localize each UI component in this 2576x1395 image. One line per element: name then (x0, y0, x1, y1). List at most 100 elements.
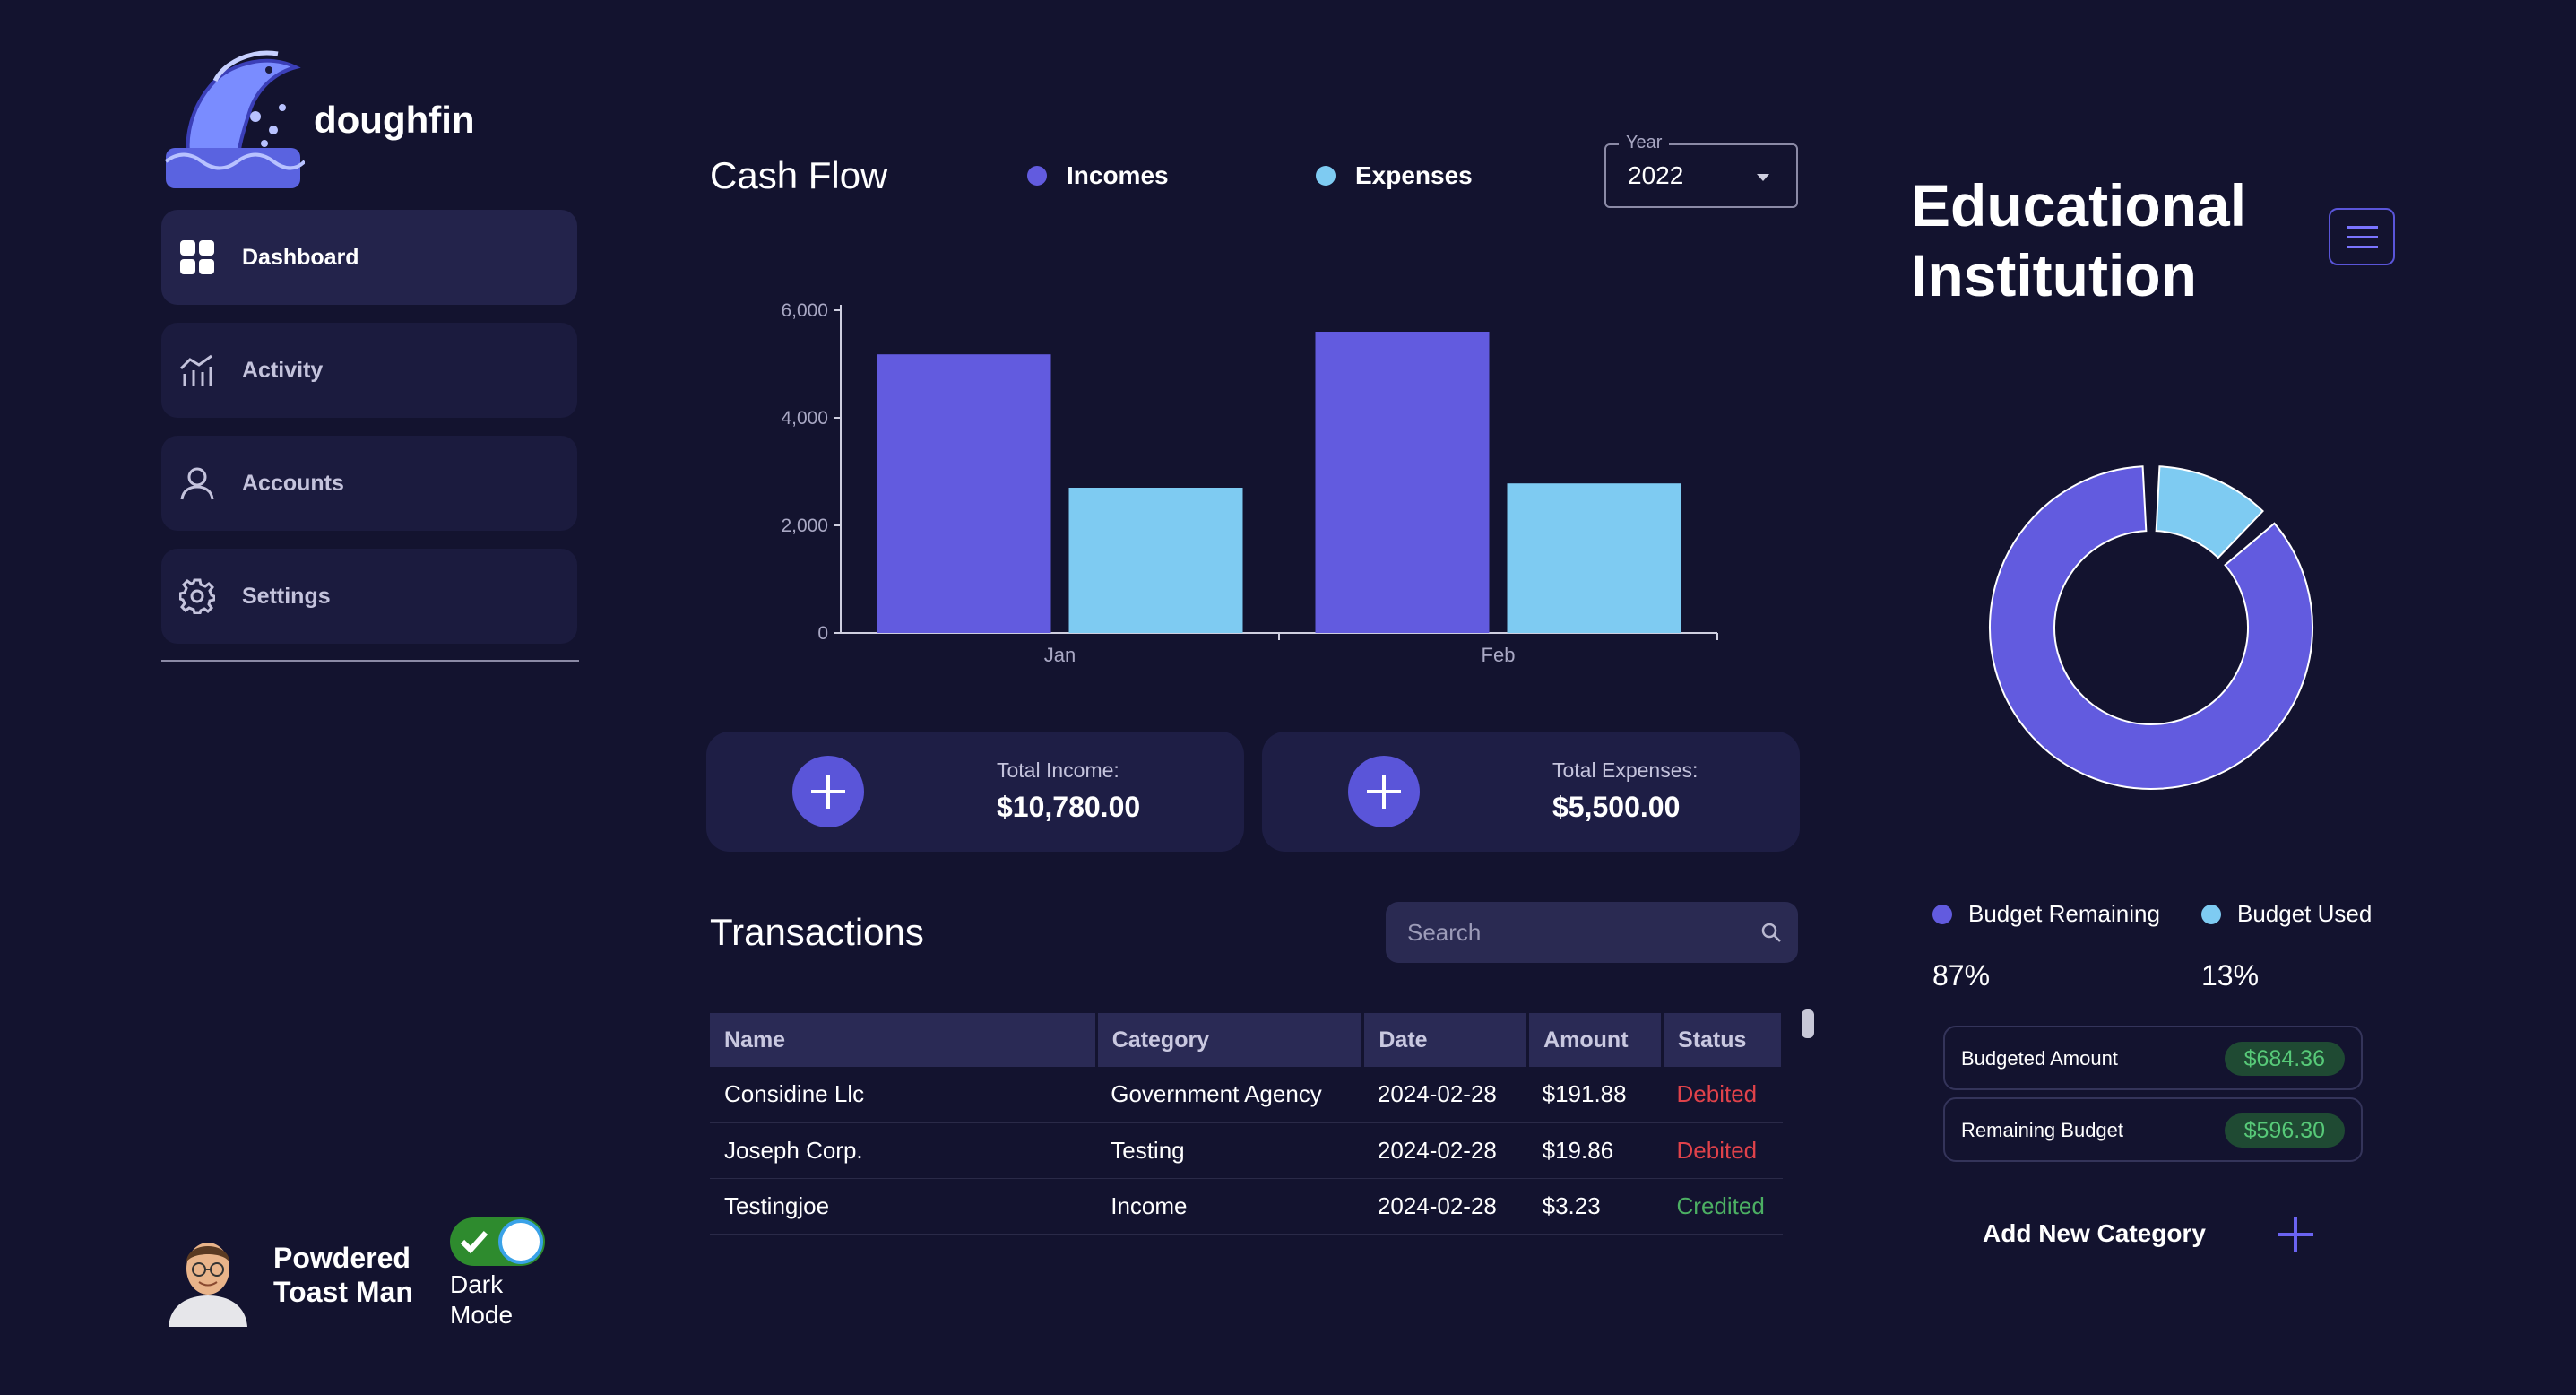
cell-date: 2024-02-28 (1362, 1178, 1528, 1235)
sidebar-item-dashboard[interactable]: Dashboard (161, 210, 577, 305)
sidebar-item-activity[interactable]: Activity (161, 323, 577, 418)
year-select-value: 2022 (1628, 161, 1684, 189)
budgeted-amount-row: Budgeted Amount $684.36 (1943, 1026, 2363, 1090)
total-expenses-label: Total Expenses: (1552, 758, 1699, 782)
budgeted-amount-label: Budgeted Amount (1961, 1047, 2118, 1070)
y-tick-label: 2,000 (781, 516, 828, 536)
cell-date: 2024-02-28 (1362, 1067, 1528, 1123)
total-income-value: $10,780.00 (997, 791, 1141, 823)
legend-incomes: Incomes (1027, 161, 1169, 190)
year-select-label: Year (1619, 133, 1670, 153)
menu-button[interactable] (2329, 208, 2395, 265)
bar-expenses-feb (1507, 483, 1681, 633)
legend-label: Incomes (1067, 161, 1169, 189)
x-tick-label: Jan (1044, 644, 1076, 666)
table-row[interactable]: Testingjoe Income 2024-02-28 $3.23 Credi… (710, 1178, 1783, 1235)
budget-remaining-percent: 87% (1932, 959, 1991, 992)
cashflow-title: Cash Flow (710, 154, 888, 196)
cell-category: Government Agency (1096, 1067, 1363, 1123)
add-expense-button[interactable] (1348, 756, 1420, 827)
bar-expenses-jan (1068, 488, 1243, 633)
check-icon (460, 1230, 488, 1254)
legend-dot (2201, 904, 2221, 924)
legend-label: Budget Used (2237, 900, 2373, 927)
y-tick-label: 0 (817, 623, 828, 644)
cell-amount: $3.23 (1527, 1178, 1663, 1235)
activity-icon (179, 352, 215, 388)
avatar (169, 1243, 247, 1327)
year-select[interactable]: Year 2022 (1604, 133, 1798, 208)
sidebar-item-label: Dashboard (242, 244, 359, 270)
budget-used-percent: 13% (2201, 959, 2260, 992)
budget-donut-chart (1989, 465, 2313, 790)
table-scrollbar[interactable] (1802, 1009, 1814, 1038)
sidebar-item-accounts[interactable]: Accounts (161, 436, 577, 531)
column-header-category[interactable]: Category (1096, 1013, 1365, 1067)
sidebar-item-label: Accounts (242, 470, 344, 496)
cell-category: Testing (1096, 1122, 1363, 1179)
menu-icon (2347, 246, 2378, 248)
column-header-status[interactable]: Status (1662, 1013, 1784, 1067)
cashflow-chart: 0 2,000 4,000 6,000 Jan Feb (781, 300, 1718, 666)
column-header-date[interactable]: Date (1362, 1013, 1530, 1067)
column-header-name[interactable]: Name (710, 1013, 1098, 1067)
add-income-button[interactable] (792, 756, 864, 827)
add-category-button[interactable] (2277, 1216, 2314, 1253)
cell-status: Credited (1662, 1178, 1783, 1235)
legend-label: Budget Remaining (1968, 900, 2160, 927)
donut-slice-budget-remaining[interactable] (1989, 465, 2313, 790)
transactions-title: Transactions (710, 911, 924, 953)
cell-amount: $19.86 (1527, 1122, 1663, 1179)
remaining-budget-label: Remaining Budget (1961, 1119, 2124, 1141)
chevron-down-icon (1757, 174, 1769, 181)
dark-mode-label: Dark Mode (450, 1270, 514, 1329)
user-name: Powdered Toast Man (273, 1242, 413, 1308)
table-row[interactable]: Joseph Corp. Testing 2024-02-28 $19.86 D… (710, 1122, 1783, 1179)
column-header-amount[interactable]: Amount (1527, 1013, 1664, 1067)
budgeted-amount-value: $684.36 (2224, 1042, 2345, 1076)
legend-expenses: Expenses (1316, 161, 1473, 190)
y-tick-label: 6,000 (781, 300, 828, 321)
legend-budget-used: Budget Used (2201, 900, 2372, 928)
total-income-label: Total Income: (997, 758, 1119, 782)
donut-slice-budget-used[interactable] (2155, 465, 2265, 559)
cell-amount: $191.88 (1527, 1067, 1663, 1123)
app-root: doughfin Dashboard Activity Accounts Set… (0, 0, 2576, 1395)
legend-dot (1316, 166, 1336, 186)
menu-icon (2347, 236, 2378, 238)
search-input[interactable] (1407, 914, 1748, 950)
user-icon (179, 465, 215, 501)
legend-dot (1932, 904, 1952, 924)
total-expenses-value: $5,500.00 (1552, 791, 1681, 823)
sidebar-divider (161, 660, 579, 662)
legend-dot (1027, 166, 1047, 186)
menu-icon (2347, 226, 2378, 229)
gear-icon (179, 578, 215, 614)
search-icon[interactable] (1760, 922, 1782, 943)
sidebar-item-settings[interactable]: Settings (161, 549, 577, 644)
toggle-knob (498, 1219, 543, 1264)
cell-category: Income (1096, 1178, 1363, 1235)
dark-mode-toggle[interactable] (450, 1217, 545, 1266)
total-expenses-card: Total Expenses: $5,500.00 (1262, 732, 1800, 852)
cell-name: Joseph Corp. (710, 1122, 1097, 1179)
remaining-budget-row: Remaining Budget $596.30 (1943, 1097, 2363, 1162)
remaining-budget-value: $596.30 (2224, 1113, 2345, 1148)
cell-name: Testingjoe (710, 1178, 1097, 1235)
x-tick-label: Feb (1482, 644, 1516, 666)
search-box (1386, 902, 1798, 963)
cell-status: Debited (1662, 1067, 1783, 1123)
cell-name: Considine Llc (710, 1067, 1097, 1123)
add-category-label[interactable]: Add New Category (1983, 1219, 2206, 1248)
cell-date: 2024-02-28 (1362, 1122, 1528, 1179)
budget-title: Educational Institution (1911, 172, 2247, 308)
legend-budget-remaining: Budget Remaining (1932, 900, 2160, 928)
cell-status: Debited (1662, 1122, 1783, 1179)
brand-name: doughfin (314, 99, 475, 141)
grid-icon (179, 239, 215, 275)
sidebar-item-label: Activity (242, 357, 324, 383)
table-header-row: Name Category Date Amount Status (710, 1013, 1784, 1067)
transactions-table: Name Category Date Amount Status Considi… (710, 1013, 1784, 1235)
table-row[interactable]: Considine Llc Government Agency 2024-02-… (710, 1067, 1783, 1123)
bar-incomes-feb (1315, 332, 1490, 633)
